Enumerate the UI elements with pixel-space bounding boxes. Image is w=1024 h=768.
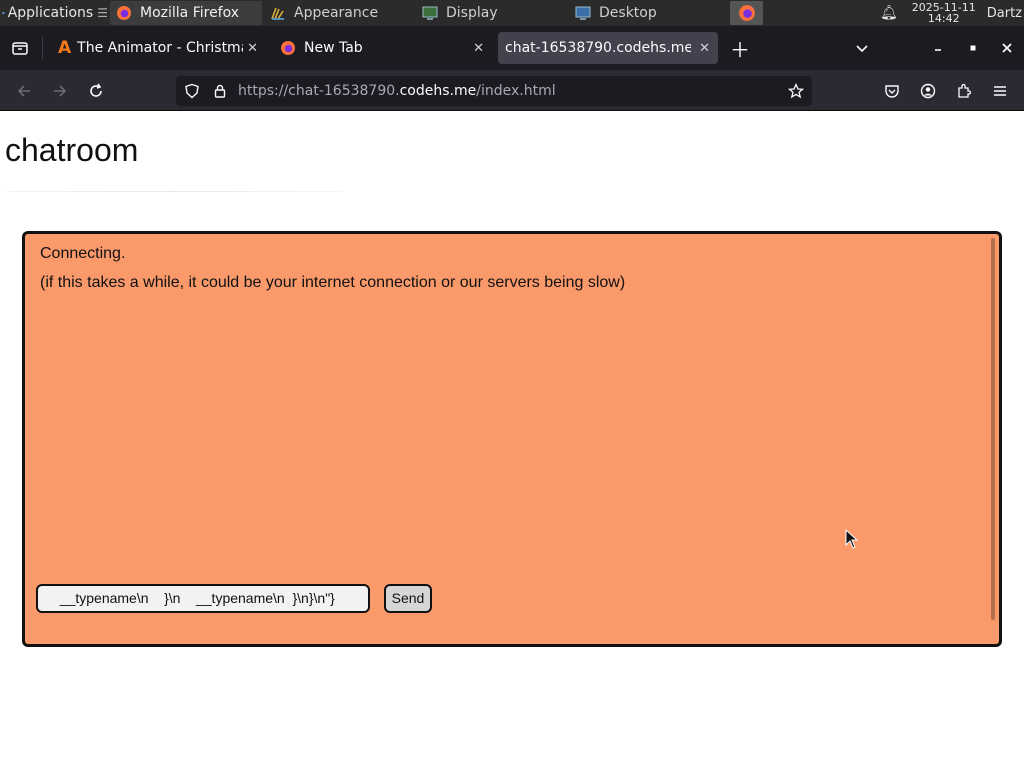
close-tab-icon[interactable]: ✕ [247,41,258,56]
tab-chat[interactable]: chat-16538790.codehs.me/index.html ✕ [498,32,718,64]
user-name[interactable]: Dartz [987,6,1022,21]
back-arrow-icon[interactable] [14,81,34,101]
url-host: codehs.me [399,83,477,99]
taskbar-firefox-launcher[interactable] [730,1,763,25]
divider [0,110,1024,111]
firefox-icon [281,41,295,55]
tab-animator[interactable]: A The Animator - Christmas ✕ [52,32,266,64]
tab-label: New Tab [304,40,363,56]
url-bar[interactable]: https://chat-16538790.codehs.me/index.ht… [176,76,812,106]
tab-label: The Animator - Christmas [77,40,244,56]
taskbar-label: Appearance [294,5,379,21]
tab-bar: A The Animator - Christmas ✕ New Tab ✕ c… [0,26,1024,70]
notification-bell-icon[interactable]: 🔔︎ [880,5,898,21]
animator-icon: A [58,38,72,58]
menu-glyph-icon: ☰ [97,6,108,20]
applications-label: Applications [7,5,94,21]
tab-label: chat-16538790.codehs.me/index.html [505,40,691,56]
account-icon[interactable] [918,81,938,101]
applications-menu[interactable]: Applications ☰ [0,0,108,26]
send-button[interactable]: Send [384,584,432,613]
tab-new-tab[interactable]: New Tab ✕ [276,32,492,64]
new-tab-button[interactable]: ＋ [730,38,750,62]
list-all-tabs-icon[interactable] [852,38,872,58]
bookmark-star-icon[interactable] [788,83,804,99]
maximize-icon[interactable] [963,38,983,58]
taskbar-item-firefox[interactable]: Mozilla Firefox [110,1,262,25]
url-path: /index.html [476,83,556,99]
pocket-icon[interactable] [882,81,902,101]
close-window-icon[interactable] [997,38,1017,58]
taskbar-item-display[interactable]: Display [416,1,568,25]
appearance-icon [271,7,284,20]
taskbar-item-appearance[interactable]: Appearance [264,1,414,25]
reload-icon[interactable] [86,81,106,101]
minimize-icon[interactable] [928,38,948,58]
clock[interactable]: 2025-11-11 14:42 [912,2,976,24]
chat-message: Connecting. [40,245,126,262]
message-input[interactable]: __typename\n }\n __typename\n }\n}\n"} [36,584,370,613]
menu-hamburger-icon[interactable] [990,81,1010,101]
firefox-view-icon[interactable] [10,38,30,58]
url-text[interactable]: https://chat-16538790.codehs.me/index.ht… [238,83,556,99]
firefox-icon [738,5,755,21]
lock-icon[interactable] [212,83,228,99]
display-icon [422,6,438,20]
shield-icon[interactable] [184,83,200,99]
desktop-panel: Applications ☰ Mozilla Firefox Appearanc… [0,0,1024,26]
nav-bar: https://chat-16538790.codehs.me/index.ht… [0,70,1024,111]
xfce-logo-icon [2,11,5,15]
scrollbar[interactable] [991,238,995,620]
firefox-icon [117,6,131,20]
taskbar-label: Display [446,5,498,21]
clock-time: 14:42 [927,12,960,25]
desktop-icon [575,6,591,20]
title-divider [6,191,342,192]
url-prefix: https://chat-16538790. [238,83,400,99]
close-tab-icon[interactable]: ✕ [699,41,710,56]
taskbar-label: Desktop [599,5,657,21]
chat-box: Connecting. (if this takes a while, it c… [22,231,1002,647]
mouse-cursor-icon [845,529,859,549]
system-tray: 🔔︎ 2025-11-11 14:42 Dartz [880,0,1024,26]
extensions-icon[interactable] [954,81,974,101]
forward-arrow-icon[interactable] [50,81,70,101]
divider [42,36,43,60]
taskbar-label: Mozilla Firefox [140,5,240,21]
page-title: chatroom [5,132,139,168]
close-tab-icon[interactable]: ✕ [473,41,484,56]
chat-message: (if this takes a while, it could be your… [40,274,626,291]
taskbar-item-desktop[interactable]: Desktop [569,1,721,25]
